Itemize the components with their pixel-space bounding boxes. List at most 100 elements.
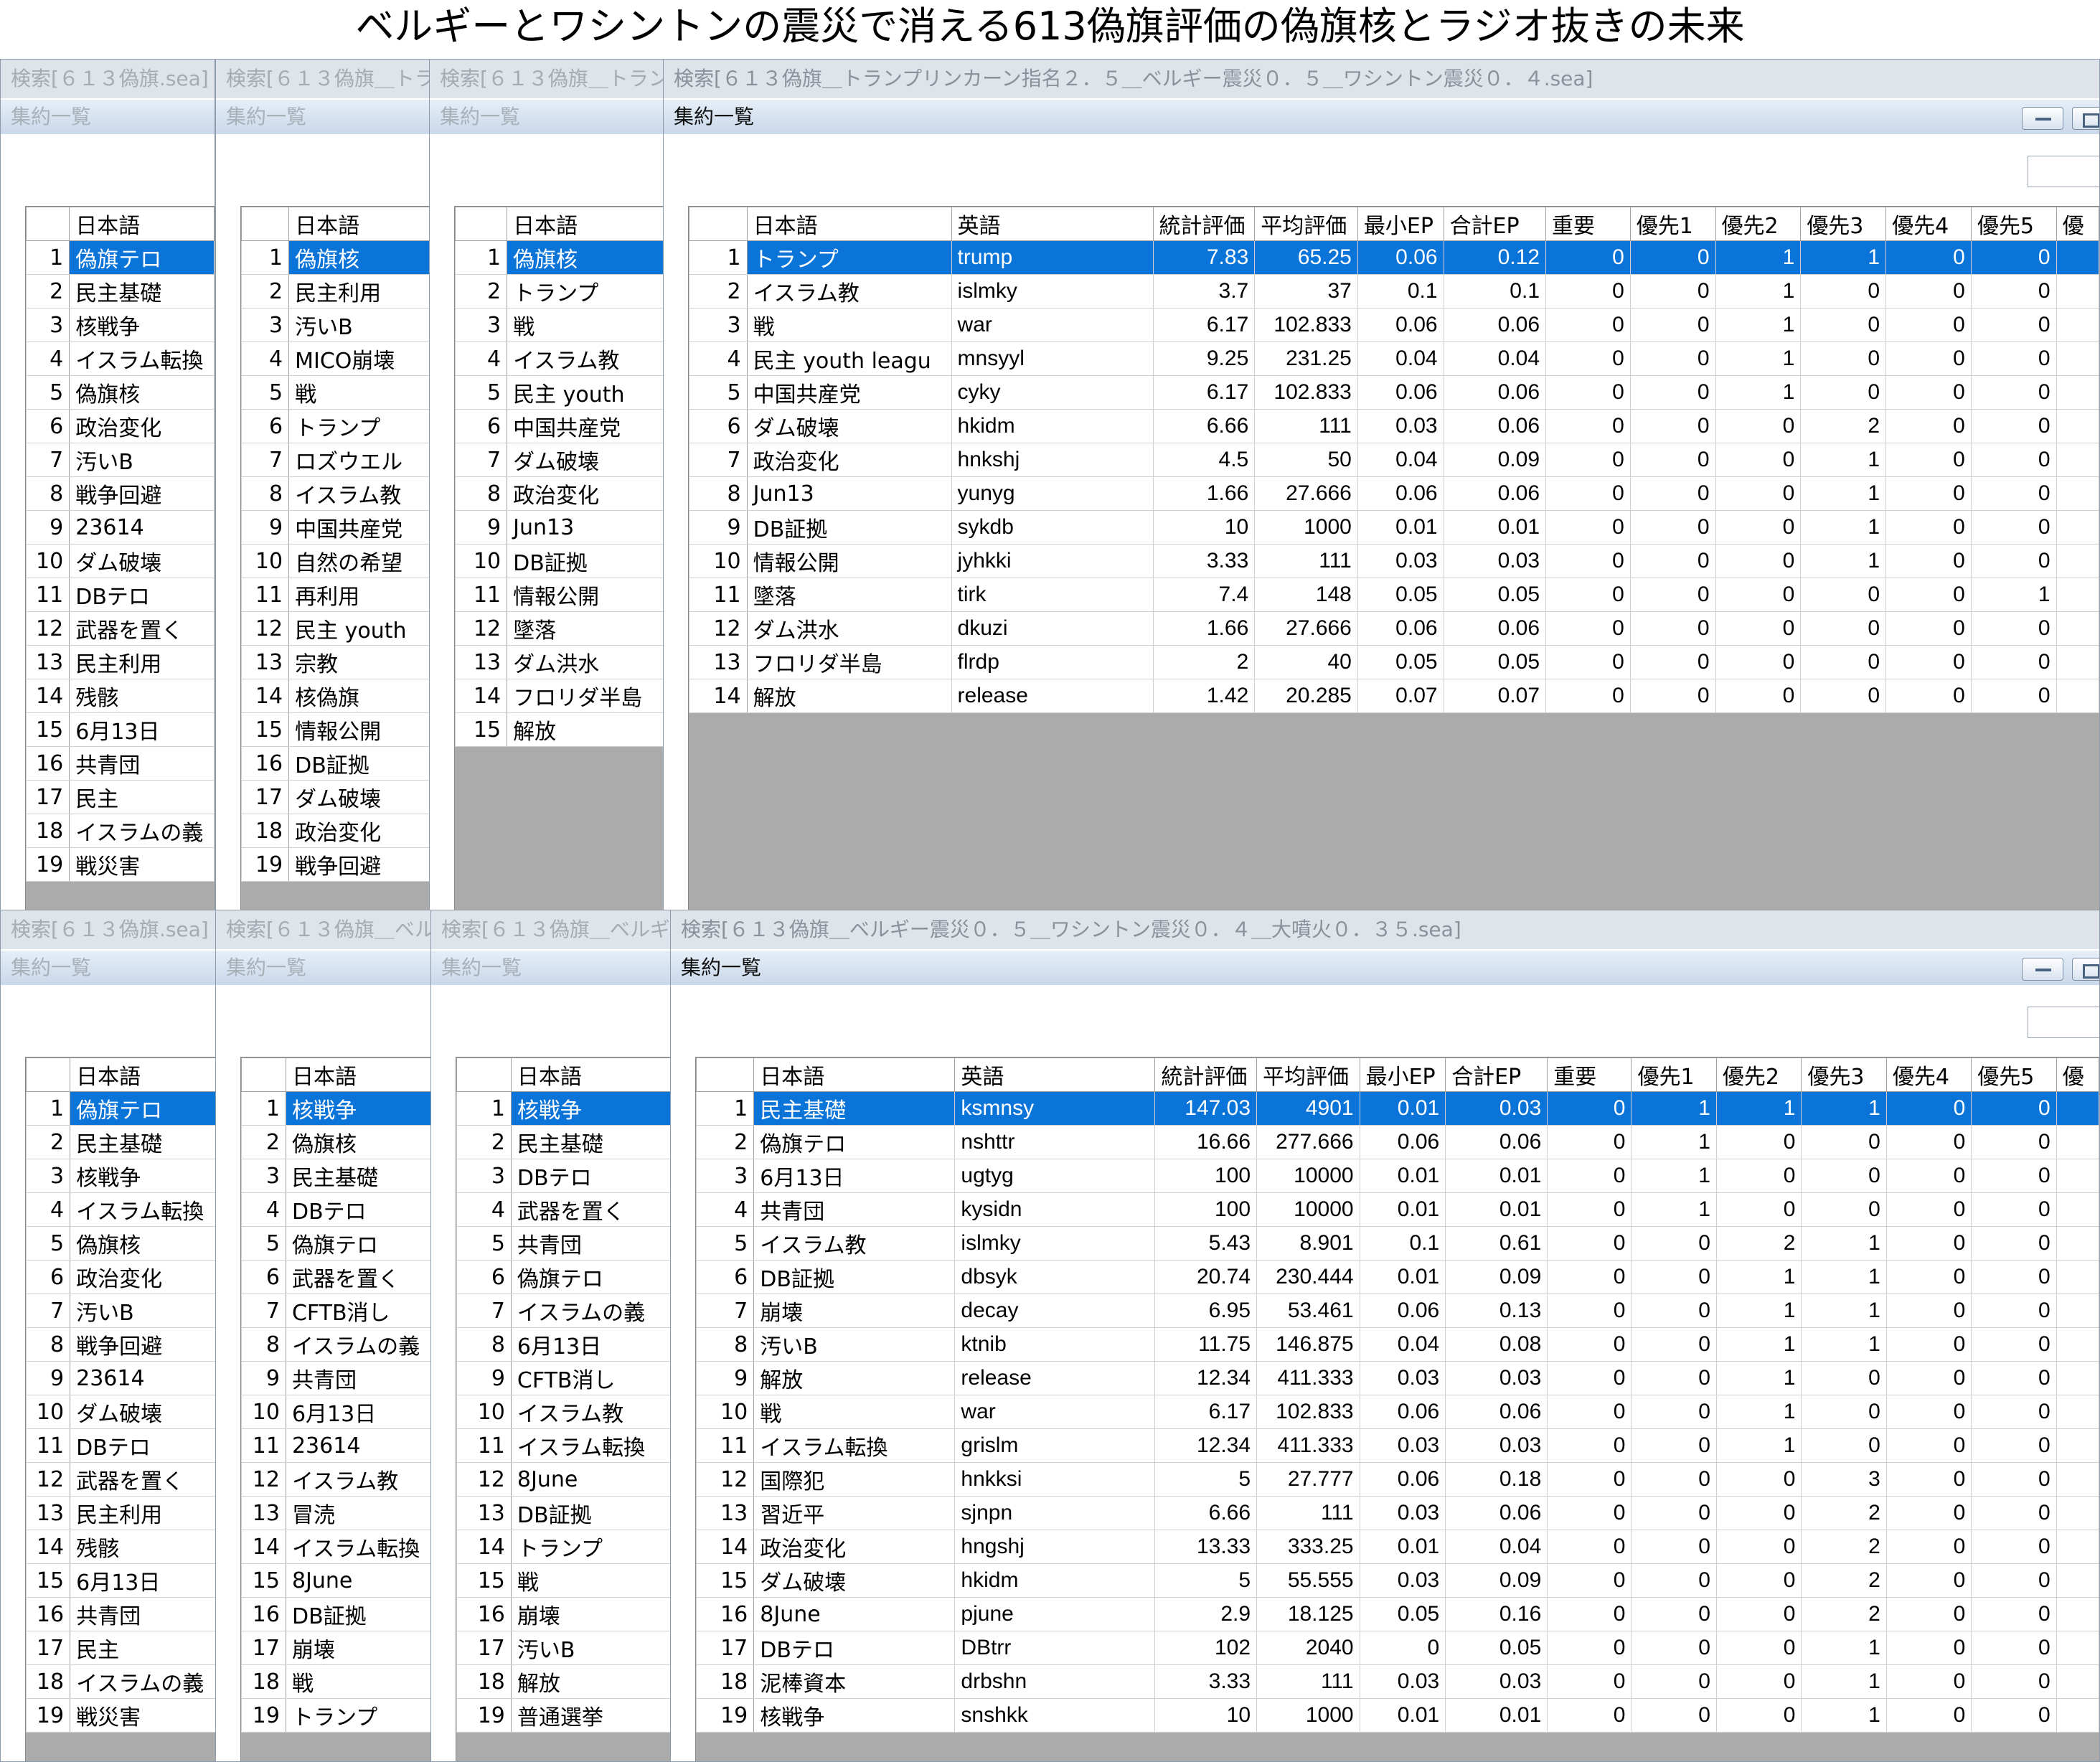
table-row[interactable]: 6 政治変化 bbox=[26, 1260, 216, 1294]
table-row[interactable]: 10 イスラム教 bbox=[456, 1395, 671, 1429]
column-header-avg-score[interactable]: 平均評価 bbox=[1254, 207, 1358, 241]
table-row[interactable]: 16 8June pjune 2.9 18.125 0.05 0.16 0 0 0 2 0 0 bbox=[696, 1597, 2099, 1631]
search-window-bottom-2[interactable]: 検索[６１３偽旗＿ベルギー震災０．５.sea]集約一覧日本語1核戦争2偽旗核3民… bbox=[215, 910, 433, 1762]
table-row[interactable]: 17 民主 bbox=[26, 1631, 216, 1665]
table-row[interactable]: 12 民主 youth bbox=[241, 611, 430, 646]
table-row[interactable]: 12 墜落 bbox=[455, 611, 664, 646]
table-row[interactable]: 3 汚いB bbox=[241, 308, 430, 342]
column-header-priority-more[interactable]: 優 bbox=[2056, 1057, 2099, 1092]
table-row[interactable]: 5 偽旗テロ bbox=[241, 1226, 433, 1261]
table-row[interactable]: 8 イスラムの義 bbox=[241, 1327, 433, 1362]
table-row[interactable]: 1 偽旗核 bbox=[241, 240, 430, 275]
column-header-importance[interactable]: 重要 bbox=[1545, 207, 1631, 241]
table-row[interactable]: 3 核戦争 bbox=[26, 1159, 216, 1193]
column-header-priority-5[interactable]: 優先5 bbox=[1971, 1057, 2057, 1092]
table-row[interactable]: 15 8June bbox=[241, 1563, 433, 1598]
column-header-priority-2[interactable]: 優先2 bbox=[1715, 207, 1802, 241]
window-tab-title[interactable]: 検索[６１３偽旗＿ベルギー震災０．５＿ワシントン震災０．４.sea] bbox=[431, 910, 671, 949]
column-header-avg-score[interactable]: 平均評価 bbox=[1256, 1057, 1360, 1092]
table-row[interactable]: 8 Jun13 yunyg 1.66 27.666 0.06 0.06 0 0 0 1 0 0 bbox=[689, 476, 2099, 511]
table-row[interactable]: 13 民主利用 bbox=[26, 645, 215, 679]
table-row[interactable]: 3 民主基礎 bbox=[241, 1159, 433, 1193]
table-row[interactable]: 18 イスラムの義 bbox=[26, 814, 215, 848]
table-row[interactable]: 11 DBテロ bbox=[26, 1428, 216, 1463]
table-row[interactable]: 14 核偽旗 bbox=[241, 679, 430, 713]
table-row[interactable]: 9 CFTB消し bbox=[456, 1361, 671, 1395]
table-row[interactable]: 7 汚いB bbox=[26, 1294, 216, 1328]
table-row[interactable]: 6 トランプ bbox=[241, 409, 430, 443]
table-row[interactable]: 1 核戦争 bbox=[456, 1091, 671, 1126]
table-row[interactable]: 1 偽旗テロ bbox=[26, 1091, 216, 1126]
table-row[interactable]: 19 戦争回避 bbox=[241, 847, 430, 882]
result-grid[interactable]: 日本語 1 核戦争 2 民主基礎 3 DBテロ 4 武器を置く 5 共青団 6 偽旗テロ 7 イスラムの義 8… bbox=[456, 1057, 671, 1761]
table-row[interactable]: 2 イスラム教 islmky 3.7 37 0.1 0.1 0 0 1 0 0 0 bbox=[689, 274, 2099, 308]
table-row[interactable]: 18 政治変化 bbox=[241, 814, 430, 848]
table-row[interactable]: 8 6月13日 bbox=[456, 1327, 671, 1362]
column-header-importance[interactable]: 重要 bbox=[1547, 1057, 1632, 1092]
column-header-priority-1[interactable]: 優先1 bbox=[1629, 207, 1716, 241]
table-row[interactable]: 11 イスラム転換 grislm 12.34 411.333 0.03 0.03 0 0 1 0 0 0 bbox=[696, 1428, 2099, 1463]
table-row[interactable]: 12 イスラム教 bbox=[241, 1462, 433, 1497]
column-header-japanese[interactable]: 日本語 bbox=[70, 1057, 216, 1092]
maximize-button[interactable] bbox=[2072, 958, 2099, 981]
table-row[interactable]: 7 ロズウエル bbox=[241, 443, 430, 477]
result-grid[interactable]: 日本語 1 核戦争 2 偽旗核 3 民主基礎 4 DBテロ 5 偽旗テロ 6 武器を置く 7 CFTB消し 8… bbox=[240, 1057, 433, 1761]
window-tab-title[interactable]: 検索[６１３偽旗.sea] bbox=[1, 910, 216, 949]
table-row[interactable]: 7 ダム破壊 bbox=[455, 443, 664, 477]
table-row[interactable]: 2 民主基礎 bbox=[456, 1125, 671, 1159]
table-row[interactable]: 2 トランプ bbox=[455, 274, 664, 308]
table-row[interactable]: 7 CFTB消し bbox=[241, 1294, 433, 1328]
table-row[interactable]: 9 解放 release 12.34 411.333 0.03 0.03 0 0 1 0 0 0 bbox=[696, 1361, 2099, 1395]
table-row[interactable]: 11 23614 bbox=[241, 1428, 433, 1463]
table-row[interactable]: 6 武器を置く bbox=[241, 1260, 433, 1294]
table-row[interactable]: 4 武器を置く bbox=[456, 1192, 671, 1227]
table-row[interactable]: 10 ダム破壊 bbox=[26, 1395, 216, 1429]
table-row[interactable]: 10 戦 war 6.17 102.833 0.06 0.06 0 0 1 0 0 0 bbox=[696, 1395, 2099, 1429]
table-row[interactable]: 12 武器を置く bbox=[26, 611, 215, 646]
minimize-button[interactable] bbox=[2022, 107, 2063, 130]
table-row[interactable]: 11 再利用 bbox=[241, 578, 430, 612]
table-row[interactable]: 6 中国共産党 bbox=[455, 409, 664, 443]
table-row[interactable]: 9 中国共産党 bbox=[241, 510, 430, 545]
table-row[interactable]: 16 共青団 bbox=[26, 746, 215, 781]
table-row[interactable]: 2 民主基礎 bbox=[26, 274, 215, 308]
table-row[interactable]: 13 習近平 sjnpn 6.66 111 0.03 0.06 0 0 0 2 0 0 bbox=[696, 1496, 2099, 1530]
search-window-bottom-1[interactable]: 検索[６１３偽旗.sea] 集約一覧 日本語 1 偽旗テロ 2 民主基礎 3 核戦争 4 イスラム転… bbox=[0, 910, 217, 1762]
table-row[interactable]: 18 泥棒資本 drbshn 3.33 111 0.03 0.03 0 0 0 1 0 0 bbox=[696, 1664, 2099, 1699]
table-row[interactable]: 16 DB証拠 bbox=[241, 1597, 433, 1631]
table-row[interactable]: 4 DBテロ bbox=[241, 1192, 433, 1227]
window-tab-title[interactable]: 検索[６１３偽旗.sea] bbox=[1, 60, 215, 98]
search-window-bottom-main[interactable]: 検索[６１３偽旗＿ベルギー震災０．５＿ワシントン震災０．４＿大噴火０．３５.se… bbox=[670, 910, 2100, 1762]
table-row[interactable]: 17 汚いB bbox=[456, 1631, 671, 1665]
table-row[interactable]: 17 DBテロ DBtrr 102 2040 0 0.05 0 0 0 1 0 0 bbox=[696, 1631, 2099, 1665]
table-row[interactable]: 4 民主 youth leagu mnsyyl 9.25 231.25 0.04 0.04 0… bbox=[689, 341, 2099, 376]
column-header-japanese[interactable]: 日本語 bbox=[753, 1057, 956, 1092]
table-row[interactable]: 6 政治変化 bbox=[26, 409, 215, 443]
table-row[interactable]: 8 戦争回避 bbox=[26, 1327, 216, 1362]
table-row[interactable]: 11 DBテロ bbox=[26, 578, 215, 612]
column-header-priority-5[interactable]: 優先5 bbox=[1970, 207, 2057, 241]
table-row[interactable]: 2 偽旗テロ nshttr 16.66 277.666 0.06 0.06 0 1 0 0 0 0 bbox=[696, 1125, 2099, 1159]
table-row[interactable]: 19 核戦争 snshkk 10 1000 0.01 0.01 0 0 0 1 0 0 bbox=[696, 1698, 2099, 1733]
window-tab-title[interactable]: 検索[６１３偽旗＿トランプリンカーン指名２．５＿ベルギー震災０．５.sea] bbox=[430, 60, 664, 98]
table-row[interactable]: 3 戦 war 6.17 102.833 0.06 0.06 0 0 1 0 0 0 bbox=[689, 308, 2099, 342]
table-row[interactable]: 15 ダム破壊 hkidm 5 55.555 0.03 0.09 0 0 0 2 0 0 bbox=[696, 1563, 2099, 1598]
table-row[interactable]: 1 民主基礎 ksmnsy 147.03 4901 0.01 0.03 0 1 1 1 0 0 bbox=[696, 1091, 2099, 1126]
table-row[interactable]: 15 6月13日 bbox=[26, 1563, 216, 1598]
table-row[interactable]: 1 偽旗テロ bbox=[26, 240, 215, 275]
table-row[interactable]: 8 汚いB ktnib 11.75 146.875 0.04 0.08 0 0 1 1 0 0 bbox=[696, 1327, 2099, 1362]
table-row[interactable]: 17 崩壊 bbox=[241, 1631, 433, 1665]
column-header-priority-3[interactable]: 優先3 bbox=[1800, 207, 1887, 241]
window-tab-title[interactable]: 検索[６１３偽旗＿ベルギー震災０．５.sea] bbox=[216, 910, 433, 949]
filter-input[interactable] bbox=[2028, 156, 2099, 187]
column-header-priority-4[interactable]: 優先4 bbox=[1885, 1057, 1972, 1092]
table-row[interactable]: 16 崩壊 bbox=[456, 1597, 671, 1631]
table-row[interactable]: 18 戦 bbox=[241, 1664, 433, 1699]
column-header-priority-1[interactable]: 優先1 bbox=[1631, 1057, 1717, 1092]
search-window-top-main[interactable]: 検索[６１３偽旗＿トランプリンカーン指名２．５＿ベルギー震災０．５＿ワシントン震… bbox=[663, 59, 2100, 913]
table-row[interactable]: 15 6月13日 bbox=[26, 712, 215, 747]
column-header-stat-score[interactable]: 統計評価 bbox=[1154, 1057, 1258, 1092]
column-header-total-ep[interactable]: 合計EP bbox=[1445, 1057, 1548, 1092]
table-row[interactable]: 4 イスラム教 bbox=[455, 341, 664, 376]
table-row[interactable]: 7 イスラムの義 bbox=[456, 1294, 671, 1328]
